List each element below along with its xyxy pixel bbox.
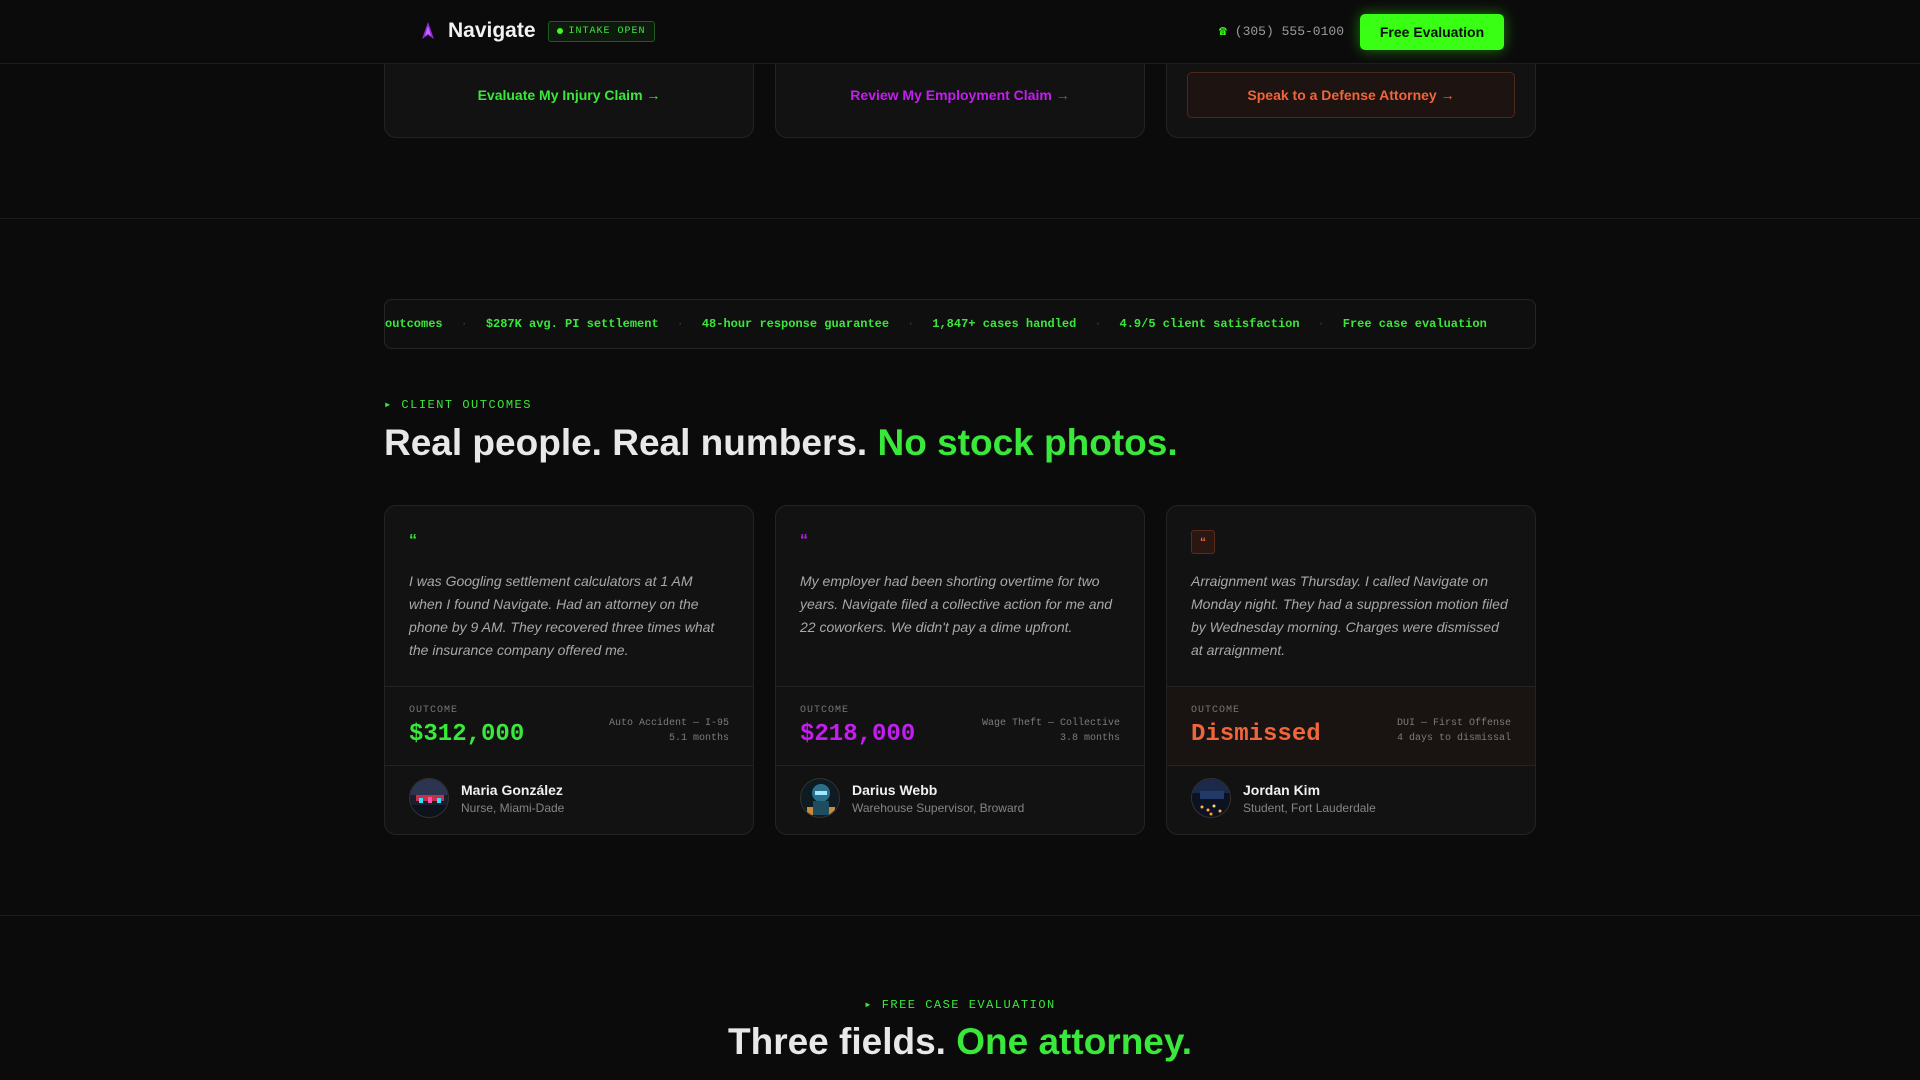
case-meta: Auto Accident — I-95 5.1 months [609,716,729,746]
status-dot-icon [556,28,563,34]
section-divider [0,915,1920,916]
ticker-separator: · [1094,317,1102,331]
case-duration: 3.8 months [1059,733,1120,744]
section-divider [0,218,1920,219]
ticker-item: 4.9/5 client satisfaction [1119,317,1300,331]
outcome-label: OUTCOME [409,705,459,716]
outcome-panel: OUTCOME $312,000 Auto Accident — I-95 5.… [385,686,753,766]
testimonial-card: “ I was Googling settlement calculators … [384,505,754,835]
free-evaluation-button[interactable]: Free Evaluation [1360,14,1504,50]
ticker-item: $287K avg. PI settlement [485,317,659,331]
client-role: Nurse, Miami-Dade [461,800,565,815]
evaluation-heading-main: Three fields. [728,1021,957,1062]
avatar [409,778,449,818]
intake-status-label: INTAKE OPEN [568,25,646,37]
quote-mark-icon: “ [1191,530,1215,554]
outcomes-heading: Real people. Real numbers. No stock phot… [384,422,1178,464]
outcome-panel: OUTCOME Dismissed DUI — First Offense 4 … [1167,686,1535,766]
client-role: Warehouse Supervisor, Broward [852,800,1025,815]
case-meta: DUI — First Offense 4 days to dismissal [1397,716,1511,746]
ticker-separator: · [460,317,468,331]
outcome-value: $312,000 [409,721,525,748]
evaluation-heading: Three fields. One attorney. [0,1021,1920,1063]
testimonial-quote: I was Googling settlement calculators at… [409,573,715,658]
outcome-panel: OUTCOME $218,000 Wage Theft — Collective… [776,686,1144,766]
ticker-separator: · [676,317,684,331]
brand[interactable]: Navigate INTAKE OPEN [420,19,655,43]
outcomes-eyebrow: ▸ CLIENT OUTCOMES [384,398,532,412]
stats-ticker: outcomes · $287K avg. PI settlement · 48… [384,299,1536,349]
client-name: Darius Webb [852,781,938,798]
quote-mark-icon: “ [409,532,417,549]
phone-link[interactable]: ☎ (305) 555-0100 [1219,24,1344,39]
case-type: DUI — First Offense [1396,718,1511,729]
outcome-label: OUTCOME [800,705,850,716]
client-info: Darius Webb Warehouse Supervisor, Browar… [800,778,1024,818]
ticker-item: 48-hour response guarantee [701,317,890,331]
testimonial-card: “ My employer had been shorting overtime… [775,505,1145,835]
outcome-value: Dismissed [1191,721,1321,748]
brand-name: Navigate [448,19,536,42]
case-type: Wage Theft — Collective [981,718,1120,729]
intake-status-badge: INTAKE OPEN [547,20,655,42]
client-name: Jordan Kim [1243,781,1321,798]
ticker-item: outcomes [385,317,443,331]
evaluation-heading-highlight: One attorney. [956,1021,1192,1062]
evaluate-injury-link[interactable]: Evaluate My Injury Claim → [385,87,753,103]
client-role: Student, Fort Lauderdale [1243,800,1376,815]
case-duration: 4 days to dismissal [1396,733,1511,744]
outcomes-heading-main: Real people. Real numbers. [384,422,878,463]
ticker-item: Free case evaluation [1342,317,1487,331]
ticker-item: 1,847+ cases handled [932,317,1077,331]
avatar [800,778,840,818]
ticker-track: outcomes · $287K avg. PI settlement · 48… [385,317,1487,331]
compass-logo-icon [420,21,436,41]
case-duration: 5.1 months [668,733,729,744]
case-meta: Wage Theft — Collective 3.8 months [982,716,1120,746]
review-employment-link[interactable]: Review My Employment Claim → [776,87,1144,103]
ticker-separator: · [1317,317,1325,331]
outcome-label: OUTCOME [1191,705,1241,716]
evaluation-eyebrow: ▸ FREE CASE EVALUATION [864,998,1056,1012]
outcome-value: $218,000 [800,721,916,748]
outcomes-heading-highlight: No stock photos. [877,422,1178,463]
client-info: Maria González Nurse, Miami-Dade [409,778,564,818]
quote-mark-icon: “ [800,532,808,549]
testimonial-quote: Arraignment was Thursday. I called Navig… [1191,573,1508,658]
ticker-separator: · [907,317,915,331]
testimonial-card: “ Arraignment was Thursday. I called Nav… [1166,505,1536,835]
client-info: Jordan Kim Student, Fort Lauderdale [1191,778,1376,818]
case-type: Auto Accident — I-95 [608,718,729,729]
avatar [1191,778,1231,818]
client-name: Maria González [461,781,563,798]
testimonial-quote: My employer had been shorting overtime f… [800,573,1113,635]
defense-attorney-button[interactable]: Speak to a Defense Attorney → [1187,72,1515,118]
site-header: Navigate INTAKE OPEN ☎ (305) 555-0100 Fr… [0,0,1920,64]
phone-icon: ☎ [1218,24,1227,39]
phone-number: (305) 555-0100 [1234,24,1344,39]
